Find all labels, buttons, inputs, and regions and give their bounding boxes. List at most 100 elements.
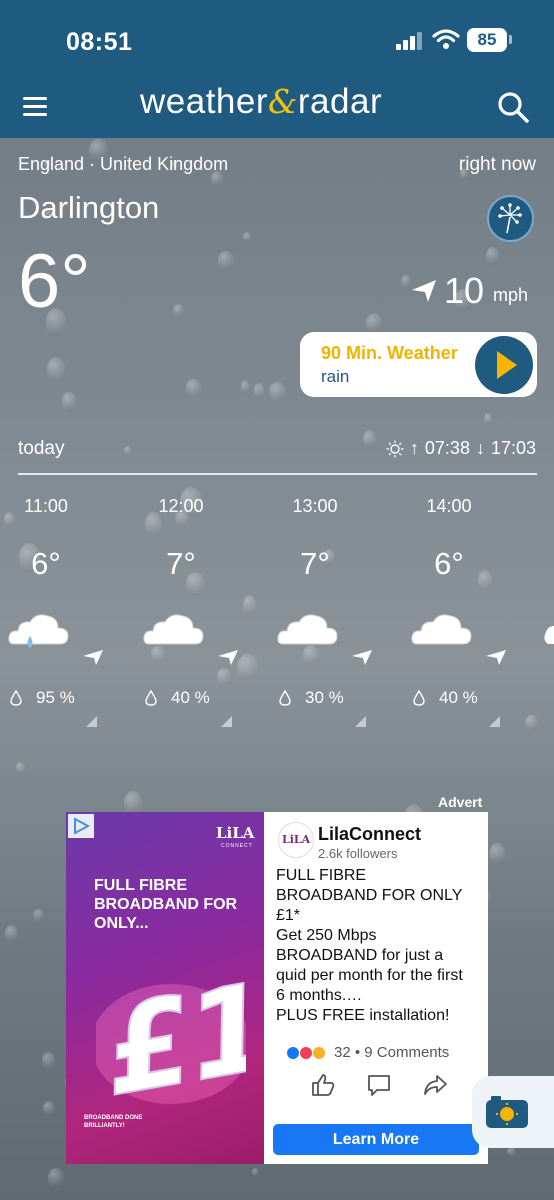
battery-indicator: 85 [467,28,507,52]
hour-time: 12:00 [158,496,204,516]
hour-time: 11:00 [24,496,68,516]
raindrop [362,430,376,448]
advert-image[interactable]: LiLA CONNECT FULL FIBRE BROADBAND FOR ON… [66,812,264,1164]
hour-column[interactable]: 14:00 6° 40 % [403,490,513,730]
precip-value: 40 % [171,688,210,707]
raindrop [48,1168,64,1189]
search-icon[interactable] [496,90,530,124]
ad-image-brand-sub: CONNECT [221,843,253,849]
hour-precipitation: 95 % [0,688,92,708]
raindrop [217,251,234,270]
hour-temperature: 7° [300,546,330,581]
advert-banner[interactable]: LiLA CONNECT FULL FIBRE BROADBAND FOR ON… [66,812,488,1164]
share-icon[interactable] [422,1072,448,1098]
ad-body-line: 6 months.… [276,987,363,1004]
raindrop [254,383,264,399]
love-reaction-icon [299,1045,313,1060]
cellular-signal-icon [396,32,426,50]
hour-column[interactable]: 12:00 7° 40 % [135,490,245,730]
wind-direction-icon [486,650,506,665]
sunrise-arrow-icon: ↑ [409,438,419,458]
cloud-rain-icon [8,614,69,648]
time-label: right now [458,154,536,175]
logo-text-radar: radar [297,82,383,121]
raindrop-icon [413,690,425,706]
sun-icon [386,440,404,457]
ad-reactions[interactable]: 32 • 9 Comments [286,1044,449,1061]
hour-column[interactable]: 11:00 6° 95 % [0,490,110,730]
ad-body-text: FULL FIBRE BROADBAND FOR ONLY £1* Get 25… [276,866,482,1026]
raindrop [42,1052,56,1070]
expand-corner [86,716,97,727]
min90-title: 90 Min. Weather [321,343,458,363]
advert-label: Advert [438,794,483,810]
raindrop [62,391,77,411]
divider [18,473,537,475]
ad-body-line: BROADBAND for just a [276,947,444,964]
adchoices-icon[interactable] [68,814,94,838]
app-header: 08:51 85 weather&radar [0,0,554,138]
avatar-text: LiLA [282,833,311,846]
ad-page-name[interactable]: LilaConnect [318,824,421,845]
today-label: today [18,438,65,459]
raindrop [240,379,250,394]
comment-icon[interactable] [366,1072,392,1098]
ad-body-line: PLUS FREE installation! [276,1007,450,1024]
dandelion-icon [498,203,522,234]
raindrop [486,247,500,266]
ad-price-graphic: £1 [96,956,246,1104]
hourly-forecast[interactable]: 11:00 6° 95 % 12:00 7° 40 % 13:00 7° 30 … [0,490,554,730]
raindrop [186,379,201,398]
pollen-button[interactable] [487,195,534,242]
precip-value: 30 % [305,688,344,707]
raindrop [252,1168,259,1177]
hour-precipitation: 40 % [135,688,227,708]
hour-time: 13:00 [292,496,338,516]
ad-image-brand: LiLA [216,824,255,842]
ad-page-avatar[interactable]: LiLA [278,822,314,858]
city-name[interactable]: Darlington [18,190,159,226]
status-bar: 08:51 85 [0,0,554,80]
menu-button[interactable] [20,94,50,120]
expand-corner [489,716,500,727]
precip-value: 95 % [36,688,75,707]
raindrop [365,313,383,333]
ad-body-line: FULL FIBRE [276,867,367,884]
raindrop [243,231,252,242]
logo-text-weather: weather [140,82,269,121]
camera-button[interactable] [472,1076,554,1148]
ad-actions [276,1070,482,1100]
hour-column[interactable]: 13:00 7° 30 % [269,490,379,730]
wind-direction-icon [412,280,436,302]
ad-image-price: £1 [96,957,246,1104]
hour-temperature: 6° [434,546,464,581]
raindrop [46,356,66,382]
battery-tip [509,35,512,44]
raindrop [173,303,184,317]
raindrop [43,1101,55,1117]
sunset-arrow-icon: ↓ [475,438,485,458]
wifi-icon [432,29,460,49]
ad-image-footer: BROADBAND DONE BRILLIANTLY! [84,1115,143,1129]
raindrop-icon [10,690,22,706]
play-icon [497,351,517,379]
raindrop [489,843,507,866]
status-time: 08:51 [66,28,133,56]
raindrop [4,924,19,943]
expand-corner [355,716,366,727]
raindrop [32,909,44,922]
location-region: England · United Kingdom [18,154,229,174]
cloud-icon [411,614,472,645]
hour-precipitation: 40 % [403,688,495,708]
play-button[interactable] [475,336,533,394]
logo-ampersand: & [268,82,298,121]
hour-time: 14:00 [426,496,472,516]
wind-unit: mph [493,285,529,305]
hour-precipitation: 30 % [269,688,361,708]
like-icon[interactable] [310,1072,336,1098]
wind-direction-icon [83,650,103,665]
ninety-minute-weather-card[interactable]: 90 Min. Weather rain [300,332,537,397]
current-temperature: 6° [18,239,91,324]
learn-more-button[interactable]: Learn More [273,1124,479,1155]
raindrop [269,382,286,402]
